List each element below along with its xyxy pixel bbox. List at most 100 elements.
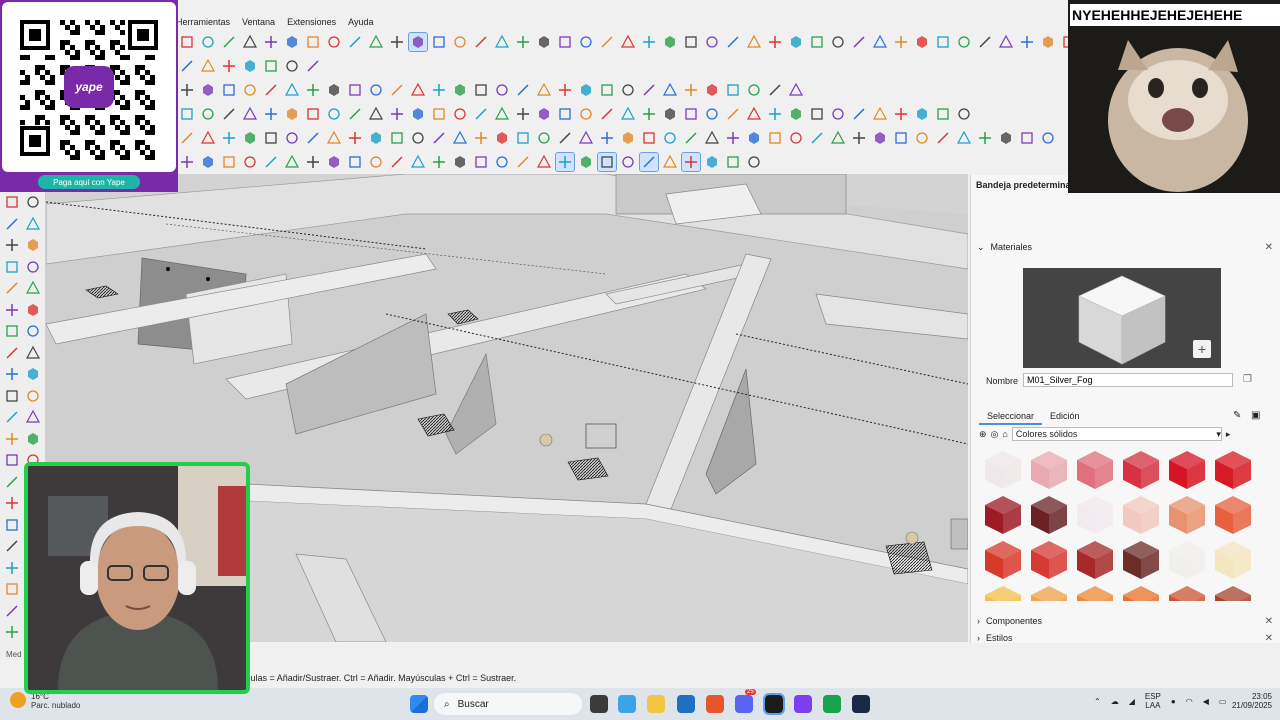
material-swatch[interactable] <box>1165 447 1209 491</box>
toolbar-tool-icon[interactable] <box>325 33 343 51</box>
left-tool-icon[interactable] <box>4 581 20 597</box>
toolbar-tool-icon[interactable] <box>577 129 595 147</box>
toolbar-tool-icon[interactable] <box>598 129 616 147</box>
toolbar-tool-icon[interactable] <box>388 153 406 171</box>
toolbar-tool-icon[interactable] <box>640 129 658 147</box>
toolbar-tool-icon[interactable] <box>304 81 322 99</box>
left-tool-icon[interactable] <box>4 474 20 490</box>
toolbar-tool-icon[interactable] <box>787 105 805 123</box>
material-name-input[interactable] <box>1023 373 1233 387</box>
toolbar-tool-icon[interactable] <box>724 105 742 123</box>
material-swatch[interactable] <box>1027 447 1071 491</box>
toolbar-tool-icon[interactable] <box>871 129 889 147</box>
left-tool-icon[interactable] <box>4 323 20 339</box>
toolbar-tool-icon[interactable] <box>619 33 637 51</box>
toolbar-tool-icon[interactable] <box>598 105 616 123</box>
components-panel-header[interactable]: › Componentes ✕ <box>977 613 1273 629</box>
toolbar-tool-icon[interactable] <box>850 129 868 147</box>
toolbar-tool-icon[interactable] <box>934 129 952 147</box>
microphone-icon[interactable]: ● <box>1171 697 1176 706</box>
sketchup-icon[interactable] <box>763 693 785 715</box>
toolbar-tool-icon[interactable] <box>850 105 868 123</box>
material-swatch[interactable] <box>1073 492 1117 536</box>
toolbar-tool-icon[interactable] <box>724 153 742 171</box>
material-swatch[interactable] <box>1211 492 1255 536</box>
toolbar-tool-icon[interactable] <box>367 81 385 99</box>
toolbar-tool-icon[interactable] <box>681 152 701 172</box>
left-tool-icon[interactable] <box>4 409 20 425</box>
toolbar-tool-icon[interactable] <box>535 129 553 147</box>
left-tool-icon[interactable] <box>25 366 41 382</box>
toolbar-tool-icon[interactable] <box>577 105 595 123</box>
toolbar-tool-icon[interactable] <box>556 105 574 123</box>
toolbar-tool-icon[interactable] <box>430 129 448 147</box>
discord-icon[interactable]: 25 <box>735 689 756 713</box>
toolbar-tool-icon[interactable] <box>619 105 637 123</box>
toolbar-tool-icon[interactable] <box>304 153 322 171</box>
left-tool-icon[interactable] <box>4 366 20 382</box>
styles-panel-header[interactable]: › Estilos ✕ <box>977 630 1273 646</box>
toolbar-tool-icon[interactable] <box>409 105 427 123</box>
toolbar-tool-icon[interactable] <box>178 105 196 123</box>
back-icon[interactable]: ⊕ <box>979 429 987 440</box>
material-swatch[interactable] <box>1211 537 1255 581</box>
toolbar-tool-icon[interactable] <box>892 105 910 123</box>
toolbar-tool-icon[interactable] <box>514 105 532 123</box>
toolbar-tool-icon[interactable] <box>178 57 196 75</box>
steam-icon[interactable] <box>852 695 870 713</box>
toolbar-tool-icon[interactable] <box>325 105 343 123</box>
toolbar-tool-icon[interactable] <box>808 33 826 51</box>
toolbar-tool-icon[interactable] <box>346 153 364 171</box>
toolbar-tool-icon[interactable] <box>745 129 763 147</box>
material-swatch[interactable] <box>1027 492 1071 536</box>
menu-ayuda[interactable]: Ayuda <box>348 17 373 27</box>
toolbar-tool-icon[interactable] <box>199 153 217 171</box>
toolbar-tool-icon[interactable] <box>577 81 595 99</box>
toolbar-tool-icon[interactable] <box>808 105 826 123</box>
toolbar-tool-icon[interactable] <box>325 129 343 147</box>
toolbar-tool-icon[interactable] <box>451 105 469 123</box>
taskbar-search[interactable]: ⌕ Buscar <box>434 693 582 715</box>
toolbar-tool-icon[interactable] <box>619 129 637 147</box>
close-icon[interactable]: ✕ <box>1265 242 1273 253</box>
toolbar-tool-icon[interactable] <box>598 33 616 51</box>
toolbar-tool-icon[interactable] <box>346 33 364 51</box>
toolbar-tool-icon[interactable] <box>220 57 238 75</box>
outlook-icon[interactable] <box>677 695 695 713</box>
toolbar-tool-icon[interactable] <box>367 105 385 123</box>
toolbar-tool-icon[interactable] <box>220 129 238 147</box>
toolbar-tool-icon[interactable] <box>472 129 490 147</box>
close-icon[interactable]: ✕ <box>1265 633 1273 644</box>
toolbar-tool-icon[interactable] <box>304 129 322 147</box>
clock[interactable]: 23:05 21/09/2025 <box>1228 692 1272 710</box>
material-swatch[interactable] <box>1073 447 1117 491</box>
toolbar-tool-icon[interactable] <box>766 129 784 147</box>
toolbar-tool-icon[interactable] <box>262 81 280 99</box>
toolbar-tool-icon[interactable] <box>325 153 343 171</box>
toolbar-tool-icon[interactable] <box>199 105 217 123</box>
toolbar-tool-icon[interactable] <box>472 153 490 171</box>
toolbar-tool-icon[interactable] <box>262 129 280 147</box>
toolbar-tool-icon[interactable] <box>829 105 847 123</box>
toolbar-tool-icon[interactable] <box>430 81 448 99</box>
toolbar-tool-icon[interactable] <box>262 33 280 51</box>
toolbar-tool-icon[interactable] <box>220 33 238 51</box>
menu-extensiones[interactable]: Extensiones <box>287 17 336 27</box>
toolbar-tool-icon[interactable] <box>556 129 574 147</box>
material-swatch[interactable] <box>981 492 1025 536</box>
toolbar-tool-icon[interactable] <box>871 33 889 51</box>
copy-icon[interactable]: ❐ <box>1243 374 1252 385</box>
battery-icon[interactable]: ▭ <box>1219 697 1227 706</box>
left-tool-icon[interactable] <box>25 409 41 425</box>
toolbar-tool-icon[interactable] <box>472 33 490 51</box>
toolbar-tool-icon[interactable] <box>535 105 553 123</box>
toolbar-tool-icon[interactable] <box>555 152 575 172</box>
toolbar-tool-icon[interactable] <box>409 129 427 147</box>
toolbar-tool-icon[interactable] <box>367 153 385 171</box>
copilot-icon[interactable] <box>618 695 636 713</box>
material-swatch[interactable] <box>1165 492 1209 536</box>
paint-bucket-icon[interactable]: ▣ <box>1251 410 1260 421</box>
toolbar-tool-icon[interactable] <box>451 153 469 171</box>
tab-select[interactable]: Seleccionar <box>979 409 1043 425</box>
toolbar-tool-icon[interactable] <box>955 129 973 147</box>
